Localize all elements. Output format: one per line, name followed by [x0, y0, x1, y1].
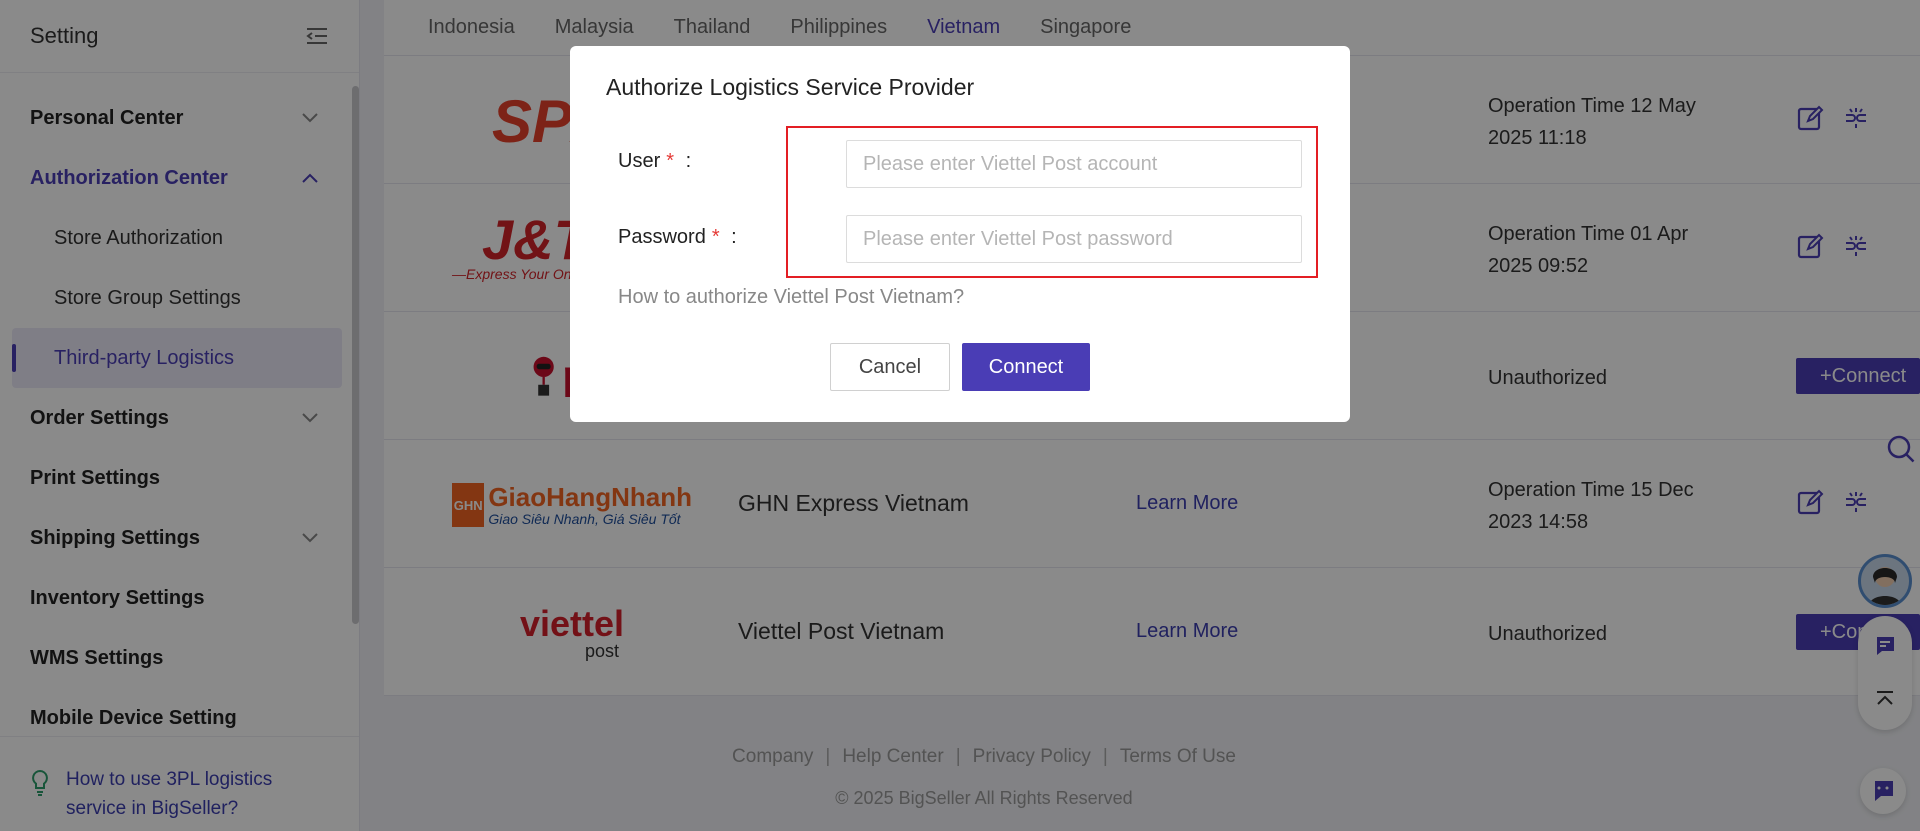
cancel-button[interactable]: Cancel: [830, 343, 950, 391]
password-label: Password * :: [618, 226, 737, 248]
password-input[interactable]: [846, 215, 1302, 263]
user-label: User * :: [618, 150, 692, 172]
user-input[interactable]: [846, 140, 1302, 188]
connect-button[interactable]: Connect: [962, 343, 1090, 391]
modal-title: Authorize Logistics Service Provider: [606, 74, 975, 100]
authorize-modal: Authorize Logistics Service Provider Use…: [570, 46, 1350, 422]
how-to-authorize-link[interactable]: How to authorize Viettel Post Vietnam?: [618, 286, 964, 309]
